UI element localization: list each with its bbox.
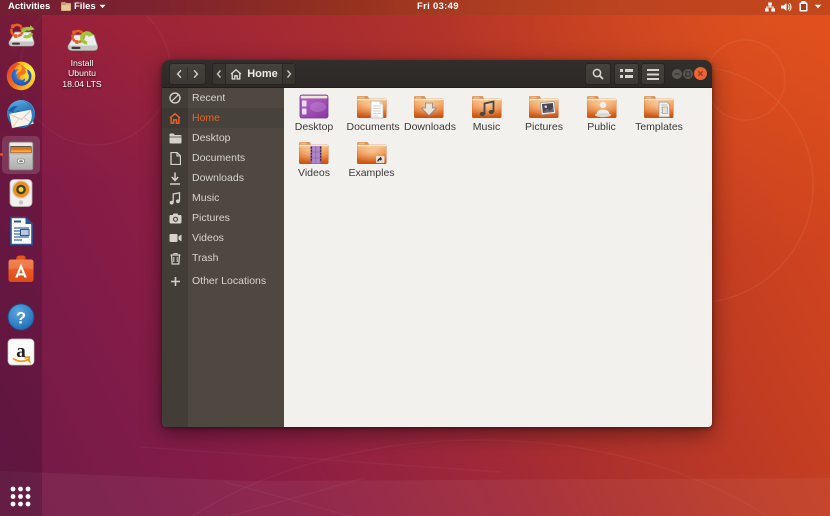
svg-text:?: ?: [16, 309, 26, 328]
